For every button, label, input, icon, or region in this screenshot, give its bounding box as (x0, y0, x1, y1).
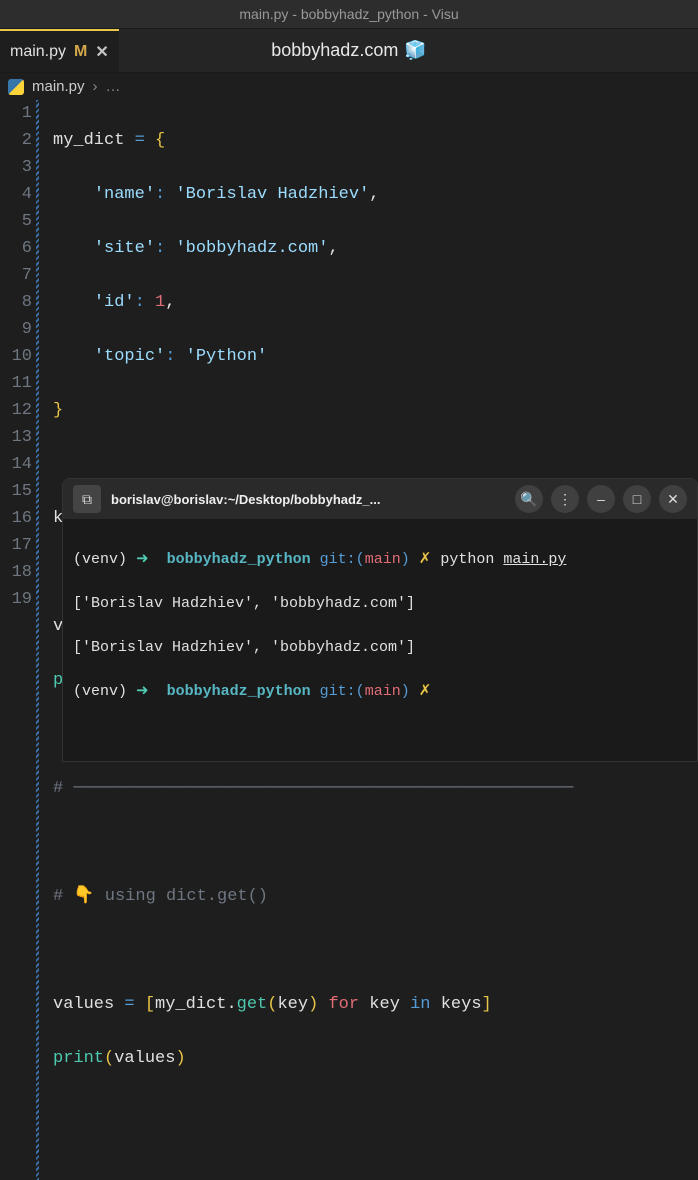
line-number: 15 (0, 478, 32, 505)
line-number: 5 (0, 208, 32, 235)
breadcrumb-file: main.py (32, 78, 85, 95)
line-number: 2 (0, 127, 32, 154)
line-number: 12 (0, 397, 32, 424)
editor-tabbar: main.py M ✕ bobbyhadz.com 🧊 (0, 29, 698, 73)
code-line (53, 937, 573, 964)
code-line: # ──────────────────────────────────────… (53, 775, 573, 802)
minimize-icon[interactable]: – (587, 485, 615, 513)
tab-modified-indicator: M (74, 43, 87, 61)
code-line: 'id': 1, (53, 289, 573, 316)
editor-tab-main[interactable]: main.py M ✕ (0, 29, 119, 72)
code-line: 'name': 'Borislav Hadzhiev', (53, 181, 573, 208)
menu-icon[interactable]: ⋮ (551, 485, 579, 513)
line-number: 18 (0, 559, 32, 586)
close-icon[interactable]: ✕ (95, 42, 108, 62)
terminal-title: borislav@borislav:~/Desktop/bobbyhadz_..… (111, 492, 505, 507)
terminal-output: ['Borislav Hadzhiev', 'bobbyhadz.com'] (73, 593, 687, 615)
line-number: 11 (0, 370, 32, 397)
terminal-icon: ⧉ (73, 485, 101, 513)
terminal-body[interactable]: (venv) ➜ bobbyhadz_python git:(main) ✗ p… (63, 519, 697, 761)
line-number: 16 (0, 505, 32, 532)
chevron-right-icon: › (93, 78, 98, 95)
line-number: 9 (0, 316, 32, 343)
terminal-line: (venv) ➜ bobbyhadz_python git:(main) ✗ (73, 681, 687, 703)
line-numbers: 1 2 3 4 5 6 7 8 9 10 11 12 13 14 15 16 1… (0, 100, 36, 1180)
code-line (53, 1099, 573, 1126)
code-line: # 👇 using dict.get() (53, 883, 573, 910)
watermark: bobbyhadz.com 🧊 (271, 40, 427, 61)
line-number: 4 (0, 181, 32, 208)
terminal-window: ⧉ borislav@borislav:~/Desktop/bobbyhadz_… (62, 478, 698, 762)
breadcrumb-ellipsis: … (106, 78, 121, 95)
code-line: 'site': 'bobbyhadz.com', (53, 235, 573, 262)
code-line: values = [my_dict.get(key) for key in ke… (53, 991, 573, 1018)
terminal-output: ['Borislav Hadzhiev', 'bobbyhadz.com'] (73, 637, 687, 659)
code-line (53, 451, 573, 478)
window-titlebar: main.py - bobbyhadz_python - Visu (0, 0, 698, 29)
code-line (53, 829, 573, 856)
line-number: 19 (0, 586, 32, 613)
terminal-line: (venv) ➜ bobbyhadz_python git:(main) ✗ p… (73, 549, 687, 571)
line-number: 10 (0, 343, 32, 370)
maximize-icon[interactable]: □ (623, 485, 651, 513)
watermark-text: bobbyhadz.com (271, 40, 398, 61)
cube-icon: 🧊 (404, 40, 426, 61)
code-line: my_dict = { (53, 127, 573, 154)
python-icon (8, 79, 24, 95)
line-number: 7 (0, 262, 32, 289)
search-icon[interactable]: 🔍 (515, 485, 543, 513)
line-number: 14 (0, 451, 32, 478)
window-title: main.py - bobbyhadz_python - Visu (239, 6, 458, 22)
breadcrumb[interactable]: main.py › … (0, 73, 698, 100)
line-number: 13 (0, 424, 32, 451)
terminal-controls: 🔍 ⋮ – □ ✕ (515, 485, 687, 513)
terminal-titlebar[interactable]: ⧉ borislav@borislav:~/Desktop/bobbyhadz_… (63, 479, 697, 519)
line-number: 17 (0, 532, 32, 559)
line-number: 6 (0, 235, 32, 262)
line-number: 1 (0, 100, 32, 127)
code-line: print(values) (53, 1045, 573, 1072)
line-number: 8 (0, 289, 32, 316)
close-icon[interactable]: ✕ (659, 485, 687, 513)
line-number: 3 (0, 154, 32, 181)
code-line: 'topic': 'Python' (53, 343, 573, 370)
tab-filename: main.py (10, 43, 66, 61)
code-line: } (53, 397, 573, 424)
